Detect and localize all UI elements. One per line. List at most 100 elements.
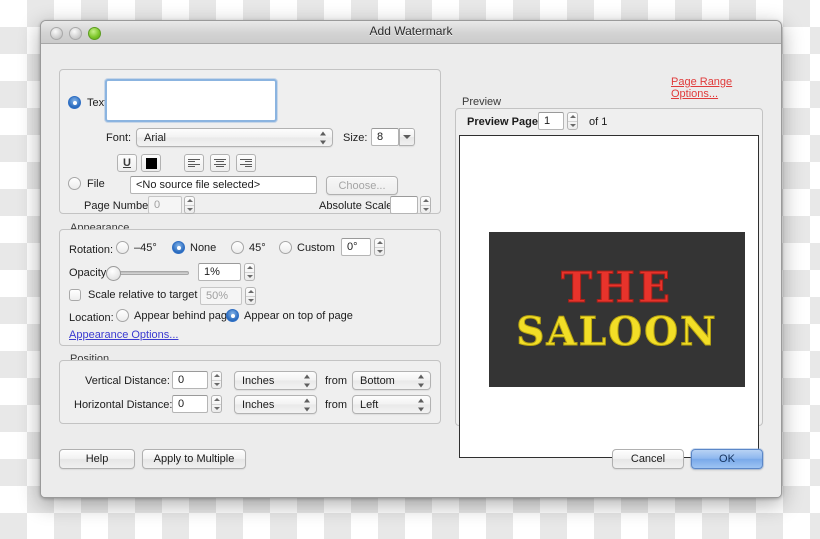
rotation-custom-stepper[interactable] xyxy=(374,238,385,256)
window-title: Add Watermark xyxy=(41,24,781,38)
align-center-icon[interactable] xyxy=(210,154,230,172)
font-row: Font: xyxy=(106,132,131,144)
rotation-label-minus45: –45° xyxy=(134,242,157,254)
location-option-ontop[interactable]: Appear on top of page xyxy=(226,309,353,322)
position-group: Vertical Distance: 0 Inches from Bottom … xyxy=(59,360,441,424)
vertical-from-select[interactable]: Bottom xyxy=(352,371,431,390)
font-value: Arial xyxy=(144,132,166,144)
rotation-radio-custom[interactable] xyxy=(279,241,292,254)
location-label-behind: Appear behind page xyxy=(134,310,233,322)
horizontal-distance-label: Horizontal Distance: xyxy=(74,399,172,411)
preview-page-total: of 1 xyxy=(589,116,607,128)
chevron-updown-icon xyxy=(418,374,425,387)
chevron-updown-icon xyxy=(304,374,311,387)
scale-relative-checkbox[interactable] xyxy=(69,289,81,301)
file-radio[interactable] xyxy=(68,177,81,190)
page-range-options-link[interactable]: Page Range Options... xyxy=(671,76,781,100)
dialog-content: Saved Settings: [Custom–not saved] Delet… xyxy=(41,44,781,498)
choose-button[interactable]: Choose... xyxy=(326,176,398,195)
absolute-scale-input[interactable] xyxy=(390,196,418,214)
location-label-ontop: Appear on top of page xyxy=(244,310,353,322)
absolute-scale-stepper[interactable] xyxy=(420,196,431,214)
absolute-scale-label: Absolute Scale: xyxy=(319,200,395,212)
rotation-option-none[interactable]: None xyxy=(172,241,216,254)
help-button[interactable]: Help xyxy=(59,449,135,469)
vertical-unit-value: Inches xyxy=(242,375,274,387)
align-left-icon[interactable] xyxy=(184,154,204,172)
rotation-option-45[interactable]: 45° xyxy=(231,241,266,254)
file-radio-label: File xyxy=(87,178,105,190)
appearance-group: Rotation: –45° None 45° Custom 0° Opacit xyxy=(59,229,441,346)
size-label: Size: xyxy=(343,132,367,144)
rotation-custom-input[interactable]: 0° xyxy=(341,238,371,256)
rotation-option-minus45[interactable]: –45° xyxy=(116,241,157,254)
opacity-input[interactable]: 1% xyxy=(198,263,241,281)
preview-page-input[interactable]: 1 xyxy=(538,112,564,130)
text-color-swatch[interactable] xyxy=(141,154,161,172)
opacity-slider[interactable] xyxy=(111,271,189,275)
size-value[interactable]: 8 xyxy=(371,128,399,146)
horizontal-unit-select[interactable]: Inches xyxy=(234,395,317,414)
add-watermark-window: Add Watermark Saved Settings: [Custom–no… xyxy=(40,20,782,498)
align-center-glyph xyxy=(214,159,226,168)
location-option-behind[interactable]: Appear behind page xyxy=(116,309,233,322)
file-radio-row[interactable]: File xyxy=(68,177,105,190)
rotation-radio-45[interactable] xyxy=(231,241,244,254)
opacity-label: Opacity: xyxy=(69,267,109,279)
underline-icon[interactable]: U xyxy=(117,154,137,172)
size-dropdown-button[interactable] xyxy=(399,128,415,146)
location-label: Location: xyxy=(69,312,114,324)
text-radio-row[interactable]: Text xyxy=(68,96,107,109)
font-select[interactable]: Arial xyxy=(136,128,333,147)
rotation-radio-none[interactable] xyxy=(172,241,185,254)
horizontal-distance-input[interactable]: 0 xyxy=(172,395,208,413)
watermark-text-saloon: SALOON xyxy=(516,313,717,352)
rotation-label: Rotation: xyxy=(69,244,113,256)
rotation-label-custom: Custom xyxy=(297,242,335,254)
watermark-text-input[interactable] xyxy=(105,79,277,122)
scale-value-input[interactable]: 50% xyxy=(200,287,242,305)
preview-group-title: Preview xyxy=(459,96,504,108)
rotation-label-none: None xyxy=(190,242,216,254)
rotation-label-45: 45° xyxy=(249,242,266,254)
apply-to-multiple-button[interactable]: Apply to Multiple xyxy=(142,449,246,469)
rotation-option-custom[interactable]: Custom xyxy=(279,241,335,254)
rotation-radio-minus45[interactable] xyxy=(116,241,129,254)
appearance-options-link[interactable]: Appearance Options... xyxy=(69,329,178,341)
chevron-updown-icon xyxy=(418,398,425,411)
scale-value-stepper[interactable] xyxy=(245,287,256,305)
opacity-slider-knob[interactable] xyxy=(106,266,121,281)
file-path-input[interactable]: <No source file selected> xyxy=(130,176,317,194)
watermark-text-the: THE xyxy=(561,267,673,309)
vertical-from-label: from xyxy=(325,375,347,387)
page-number-stepper[interactable] xyxy=(184,196,195,214)
preview-page-canvas: THE SALOON xyxy=(459,135,759,458)
horizontal-from-value: Left xyxy=(360,399,378,411)
cancel-button[interactable]: Cancel xyxy=(612,449,684,469)
opacity-stepper[interactable] xyxy=(244,263,255,281)
chevron-updown-icon xyxy=(320,131,327,144)
window-titlebar[interactable]: Add Watermark xyxy=(41,21,781,44)
align-right-glyph xyxy=(240,159,252,168)
chevron-updown-icon xyxy=(304,398,311,411)
vertical-distance-label: Vertical Distance: xyxy=(85,375,170,387)
vertical-distance-input[interactable]: 0 xyxy=(172,371,208,389)
vertical-from-value: Bottom xyxy=(360,375,395,387)
text-radio[interactable] xyxy=(68,96,81,109)
align-left-glyph xyxy=(188,159,200,168)
location-radio-ontop[interactable] xyxy=(226,309,239,322)
align-right-icon[interactable] xyxy=(236,154,256,172)
location-radio-behind[interactable] xyxy=(116,309,129,322)
ok-button[interactable]: OK xyxy=(691,449,763,469)
vertical-distance-stepper[interactable] xyxy=(211,371,222,389)
horizontal-from-select[interactable]: Left xyxy=(352,395,431,414)
preview-page-label: Preview Page xyxy=(467,116,538,128)
horizontal-unit-value: Inches xyxy=(242,399,274,411)
vertical-unit-select[interactable]: Inches xyxy=(234,371,317,390)
horizontal-from-label: from xyxy=(325,399,347,411)
page-number-input[interactable]: 0 xyxy=(148,196,182,214)
preview-page-stepper[interactable] xyxy=(567,112,578,130)
horizontal-distance-stepper[interactable] xyxy=(211,395,222,413)
source-group: Text Font: Arial Size: 8 U xyxy=(59,69,441,214)
watermark-preview-image: THE SALOON xyxy=(489,232,745,387)
